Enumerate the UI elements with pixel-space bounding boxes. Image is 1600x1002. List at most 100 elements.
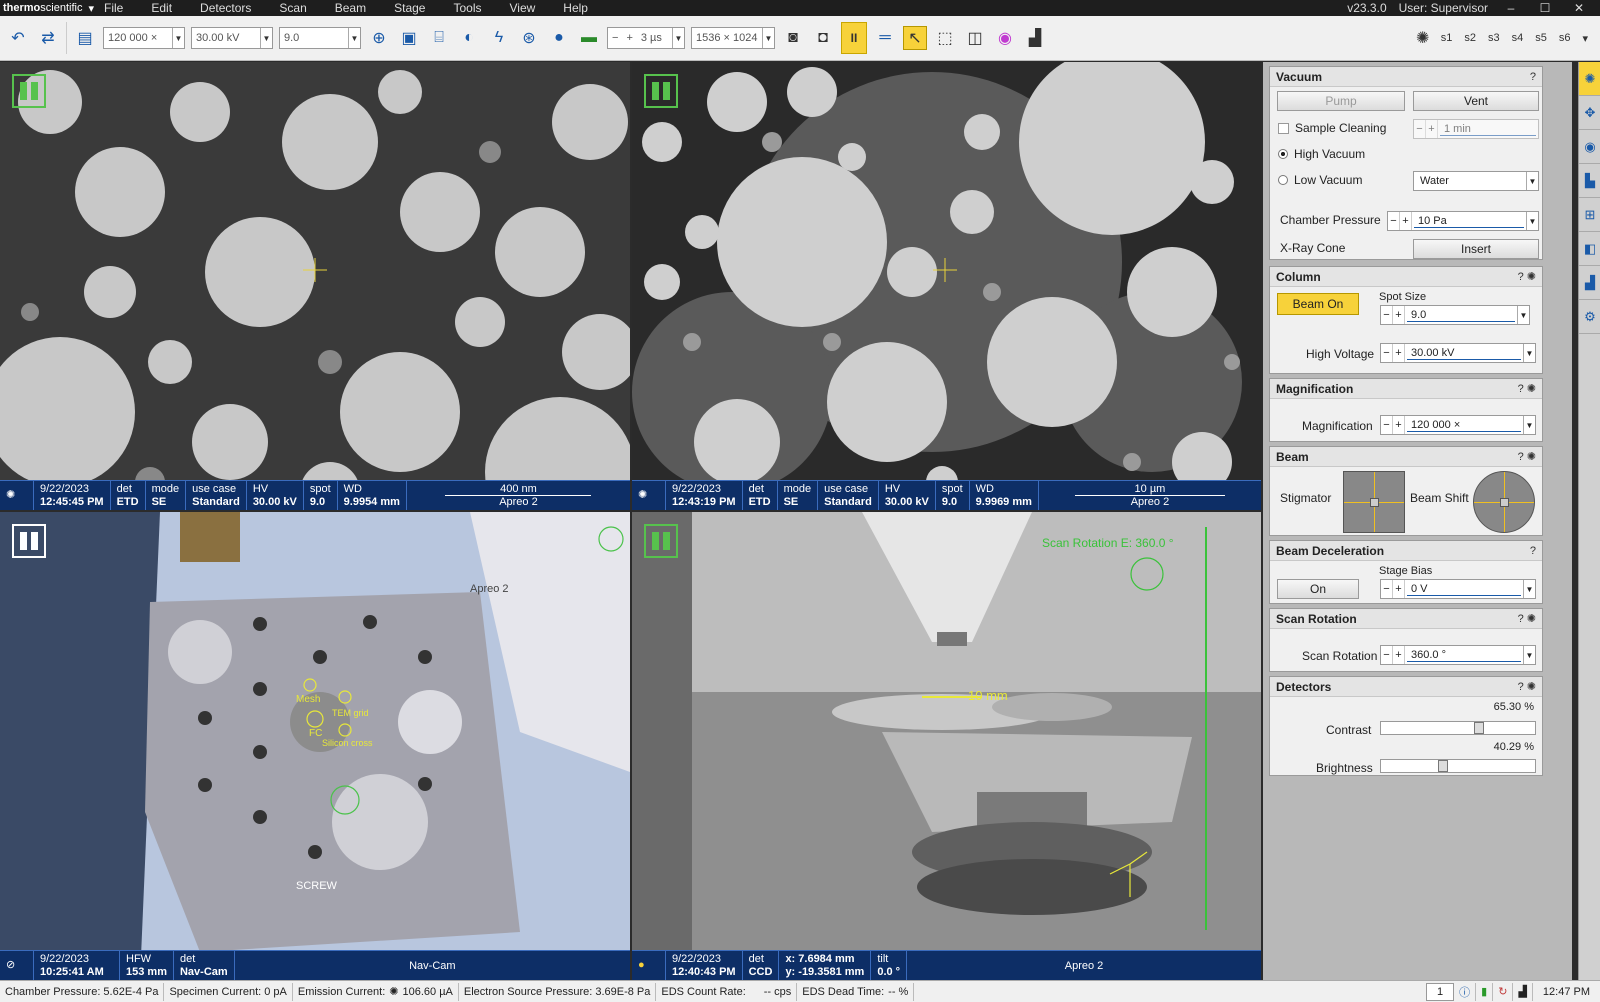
minus-icon[interactable]: − (1381, 416, 1393, 434)
minus-icon[interactable]: − (1381, 580, 1393, 598)
insert-button[interactable]: Insert (1413, 239, 1539, 259)
brand-logo[interactable]: thermoscientific ▾ (0, 2, 94, 15)
contrast-slider[interactable] (1380, 721, 1536, 735)
lens-icon[interactable]: ⌸ (427, 26, 451, 50)
help-icon[interactable]: ? ✺ (1518, 382, 1536, 395)
slot-3[interactable]: s3 (1482, 32, 1506, 44)
sample-cleaning-row[interactable]: Sample Cleaning (1278, 121, 1386, 135)
chevron-down-icon[interactable]: ▼ (672, 28, 684, 48)
pause-button[interactable]: II (841, 22, 867, 54)
plus-icon[interactable]: + (622, 32, 636, 44)
chevron-down-icon[interactable]: ▼ (1517, 306, 1529, 324)
pause-indicator[interactable] (12, 74, 46, 108)
undo-icon[interactable]: ↶ (6, 26, 30, 50)
minus-icon[interactable]: − (608, 32, 622, 44)
minus-icon[interactable]: − (1414, 120, 1426, 138)
help-icon[interactable]: ? (1530, 71, 1536, 83)
image-icon[interactable]: ▬ (577, 26, 601, 50)
menu-view[interactable]: View (495, 0, 549, 16)
color-wheel-icon[interactable]: ◉ (993, 26, 1017, 50)
plus-icon[interactable]: + (1400, 212, 1412, 230)
camera-icon[interactable]: ◙ (781, 26, 805, 50)
menu-detectors[interactable]: Detectors (186, 0, 265, 16)
chevron-down-icon[interactable]: ▼ (1523, 344, 1535, 362)
tab-view-icon[interactable]: ◉ (1579, 130, 1600, 164)
tab-navigation-icon[interactable]: ✥ (1579, 96, 1600, 130)
chevron-down-icon[interactable]: ▼ (1523, 646, 1535, 664)
slot-6[interactable]: s6 (1553, 32, 1577, 44)
beam-on-button[interactable]: Beam On (1277, 293, 1359, 315)
target-icon[interactable]: ⊛ (517, 26, 541, 50)
minus-icon[interactable]: − (1381, 344, 1393, 362)
tab-alignment-icon[interactable]: ⊞ (1579, 198, 1600, 232)
resolution-combo[interactable]: 1536 × 1024 ▼ (691, 27, 775, 49)
decel-on-button[interactable]: On (1277, 579, 1359, 599)
focus-icon[interactable]: ▣ (397, 26, 421, 50)
contrast-thumb[interactable] (1473, 722, 1484, 734)
chevron-down-icon[interactable]: ▾ (1576, 32, 1594, 45)
snapshot-icon[interactable]: ◘ (811, 26, 835, 50)
high-vacuum-row[interactable]: High Vacuum (1278, 147, 1365, 161)
low-vacuum-radio[interactable] (1278, 175, 1288, 185)
tab-detector-icon[interactable]: ◧ (1579, 232, 1600, 266)
histogram-icon[interactable]: ▟ (1023, 26, 1047, 50)
voltage-combo[interactable]: 30.00 kV ▼ (191, 27, 273, 49)
slot-5[interactable]: s5 (1529, 32, 1553, 44)
spot-combo[interactable]: 9.0 ▼ (279, 27, 361, 49)
plus-icon[interactable]: + (1393, 580, 1405, 598)
chevron-down-icon[interactable]: ▼ (1526, 172, 1538, 190)
chevron-down-icon[interactable]: ▼ (348, 28, 360, 48)
stage-bias-field[interactable]: − +0 V ▼ (1380, 579, 1536, 599)
sample-cleaning-checkbox[interactable] (1278, 122, 1289, 134)
maximize-icon[interactable]: ☐ (1534, 1, 1556, 15)
lightbulb-icon[interactable]: ● (632, 951, 666, 980)
high-voltage-field[interactable]: − +30.00 kV ▼ (1380, 343, 1536, 363)
presets-icon[interactable]: ▤ (73, 26, 97, 50)
chevron-down-icon[interactable]: ▼ (1523, 580, 1535, 598)
plus-icon[interactable]: + (1393, 344, 1405, 362)
vacuum-icon[interactable]: ▮ (1476, 982, 1494, 1001)
quad-2[interactable]: ✺ 9/22/2023 12:43:19 PM det ETD mode SE use… (632, 62, 1261, 510)
detector-icon[interactable]: ● (547, 26, 571, 50)
brightness-slider[interactable] (1380, 759, 1536, 773)
help-icon[interactable]: ? ✺ (1518, 680, 1536, 693)
brightness-thumb[interactable] (1438, 760, 1449, 772)
menu-file[interactable]: File (90, 0, 137, 16)
info-icon[interactable]: ⓘ (1454, 982, 1477, 1001)
chamber-pressure-field[interactable]: − +10 Pa ▼ (1387, 211, 1539, 231)
pause-indicator[interactable] (644, 524, 678, 558)
page-indicator[interactable]: 1 (1426, 982, 1455, 1001)
scan-rotation-field[interactable]: − +360.0 ° ▼ (1380, 645, 1536, 665)
plus-icon[interactable]: + (1393, 306, 1405, 324)
tab-stage-icon[interactable]: ▙ (1579, 164, 1600, 198)
plus-icon[interactable]: + (1393, 646, 1405, 664)
sem-image-2[interactable] (632, 62, 1261, 510)
vent-button[interactable]: Vent (1413, 91, 1539, 111)
slot-2[interactable]: s2 (1458, 32, 1482, 44)
minus-icon[interactable]: − (1381, 646, 1393, 664)
contrast-icon[interactable]: ◐ (457, 26, 481, 50)
stigmator-pad[interactable] (1343, 471, 1405, 533)
help-icon[interactable]: ? (1530, 545, 1536, 557)
menu-edit[interactable]: Edit (137, 0, 186, 16)
pause-indicator[interactable] (644, 74, 678, 108)
close-icon[interactable]: ✕ (1568, 1, 1590, 15)
chevron-down-icon[interactable]: ▼ (762, 28, 774, 48)
menu-scan[interactable]: Scan (265, 0, 320, 16)
quad-3[interactable]: Apreo 2 Mesh FC Silicon cross TEM grid S… (0, 512, 630, 980)
menu-tools[interactable]: Tools (439, 0, 495, 16)
slot-4[interactable]: s4 (1506, 32, 1530, 44)
beam-icon[interactable]: ϟ (487, 26, 511, 50)
magnification-combo[interactable]: 120 000 × ▼ (103, 27, 185, 49)
low-vacuum-row[interactable]: Low Vacuum (1278, 173, 1362, 187)
minus-icon[interactable]: − (1381, 306, 1393, 324)
tab-beam-icon[interactable]: ✺ (1579, 62, 1600, 96)
refresh-icon[interactable]: ↻ (1493, 982, 1514, 1001)
minimize-icon[interactable]: – (1500, 1, 1522, 15)
chevron-down-icon[interactable]: ▼ (172, 28, 184, 48)
navcam-image[interactable]: Apreo 2 (0, 512, 630, 980)
chart-icon[interactable]: ▟ (1513, 982, 1533, 1001)
dwell-combo[interactable]: − +3 µs ▼ (607, 27, 685, 49)
help-icon[interactable]: ? ✺ (1518, 450, 1536, 463)
chevron-down-icon[interactable]: ▼ (260, 28, 272, 48)
